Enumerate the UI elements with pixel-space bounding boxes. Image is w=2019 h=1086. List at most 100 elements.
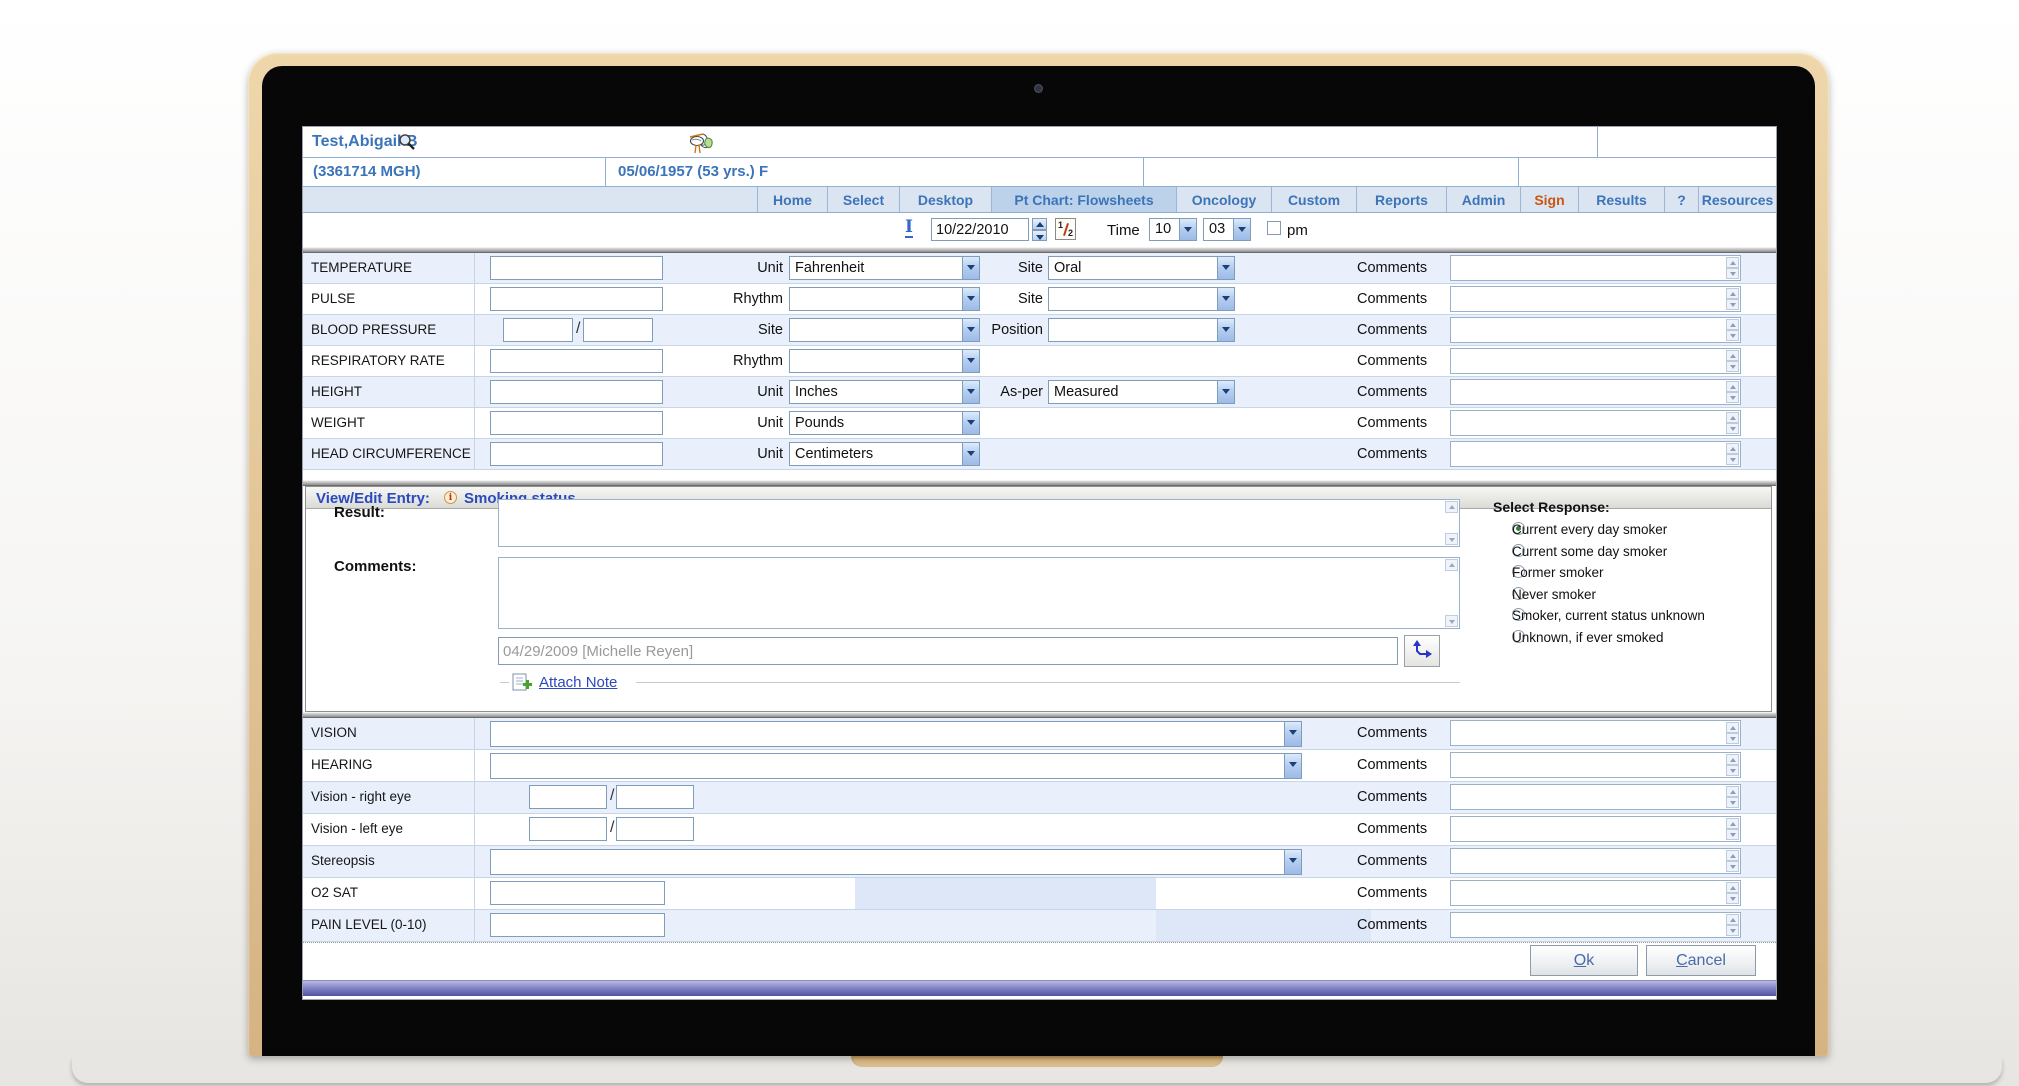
- comments-input[interactable]: [1450, 348, 1741, 374]
- jump-arrow-button[interactable]: [1404, 635, 1440, 667]
- attach-note-link[interactable]: Attach Note: [512, 673, 534, 693]
- comments-input[interactable]: [1450, 286, 1741, 312]
- row-label: HEAD CIRCUMFERENCE: [303, 439, 475, 469]
- info-icon[interactable]: i: [444, 491, 457, 504]
- cancel-button[interactable]: Cancel: [1646, 945, 1756, 976]
- tab-desktop[interactable]: Desktop: [900, 187, 992, 212]
- vision-right-denominator-input[interactable]: [616, 785, 694, 809]
- scroll-up-icon[interactable]: [1445, 501, 1458, 513]
- comments-input[interactable]: [1450, 848, 1741, 874]
- bp-systolic-input[interactable]: [503, 318, 573, 342]
- comment-spinner[interactable]: [1726, 850, 1739, 872]
- tab-oncology[interactable]: Oncology: [1177, 187, 1272, 212]
- comment-spinner[interactable]: [1726, 350, 1739, 372]
- attach-note-icon: [512, 673, 534, 692]
- comments-input[interactable]: [1450, 752, 1741, 778]
- stereopsis-dropdown[interactable]: [490, 849, 1302, 875]
- comment-spinner[interactable]: [1726, 412, 1739, 434]
- vision-left-denominator-input[interactable]: [616, 817, 694, 841]
- comment-spinner[interactable]: [1726, 882, 1739, 904]
- chevron-down-icon: [962, 412, 979, 434]
- tab-sign[interactable]: Sign: [1521, 187, 1579, 212]
- row-label: HEIGHT: [303, 377, 475, 407]
- row-label: Vision - left eye: [303, 814, 475, 845]
- scroll-up-icon[interactable]: [1445, 559, 1458, 571]
- tab-custom[interactable]: Custom: [1272, 187, 1357, 212]
- site-label: Site: [633, 322, 783, 338]
- tab-results[interactable]: Results: [1579, 187, 1665, 212]
- vitals-row-respiratory-rate: RESPIRATORY RATE Rhythm Comments: [303, 346, 1776, 377]
- o2-sat-input[interactable]: [490, 881, 665, 905]
- comment-spinner[interactable]: [1726, 288, 1739, 310]
- comments-label: Comments: [1357, 885, 1427, 901]
- temperature-site-dropdown[interactable]: Oral: [1048, 256, 1235, 280]
- laptop-lid: Test,Abigail B (3361714 MG: [248, 52, 1829, 1056]
- comments-input[interactable]: [1450, 317, 1741, 343]
- vision-right-numerator-input[interactable]: [529, 785, 607, 809]
- tab-admin[interactable]: Admin: [1447, 187, 1521, 212]
- comments-label: Comments: [1357, 446, 1427, 462]
- row-vision-left-eye: Vision - left eye / Comments: [303, 814, 1776, 846]
- bp-position-dropdown[interactable]: [1048, 318, 1235, 342]
- vitals-row-head-circumference: HEAD CIRCUMFERENCE Unit Centimeters Comm…: [303, 439, 1776, 470]
- date-input[interactable]: [931, 218, 1029, 241]
- comments-input[interactable]: [1450, 720, 1741, 746]
- text-cursor-icon[interactable]: I: [905, 219, 913, 238]
- comments-input[interactable]: [1450, 912, 1741, 938]
- unit-label: Unit: [633, 415, 783, 431]
- hearing-dropdown[interactable]: [490, 753, 1302, 779]
- row-label: PAIN LEVEL (0-10): [303, 910, 475, 941]
- site-label: Site: [903, 260, 1043, 276]
- comments-input[interactable]: [1450, 816, 1741, 842]
- date-spinner[interactable]: [1032, 218, 1047, 241]
- comments-label: Comments: [1357, 853, 1427, 869]
- scroll-down-icon[interactable]: [1445, 533, 1458, 545]
- tab-home[interactable]: Home: [758, 187, 828, 212]
- pulse-site-dropdown[interactable]: [1048, 287, 1235, 311]
- pain-level-input[interactable]: [490, 913, 665, 937]
- head-circumference-unit-dropdown[interactable]: Centimeters: [789, 442, 980, 466]
- comment-spinner[interactable]: [1726, 754, 1739, 776]
- comments-textarea[interactable]: [498, 557, 1460, 629]
- comment-spinner[interactable]: [1726, 319, 1739, 341]
- chevron-down-icon: [962, 443, 979, 465]
- chevron-down-icon: [1233, 219, 1250, 240]
- height-asper-dropdown[interactable]: Measured: [1048, 380, 1235, 404]
- tab-resources[interactable]: Resources: [1699, 187, 1776, 212]
- row-label: WEIGHT: [303, 408, 475, 438]
- comment-spinner[interactable]: [1726, 443, 1739, 465]
- comment-spinner[interactable]: [1726, 257, 1739, 279]
- tab-help[interactable]: ?: [1665, 187, 1699, 212]
- comment-spinner[interactable]: [1726, 818, 1739, 840]
- patient-mrn: (3361714 MGH): [313, 163, 421, 180]
- result-textarea[interactable]: [498, 499, 1460, 547]
- scroll-down-icon[interactable]: [1445, 615, 1458, 627]
- respiratory-rhythm-dropdown[interactable]: [789, 349, 980, 373]
- pm-checkbox[interactable]: [1267, 221, 1281, 235]
- comments-input[interactable]: [1450, 379, 1741, 405]
- weight-unit-dropdown[interactable]: Pounds: [789, 411, 980, 435]
- comment-spinner[interactable]: [1726, 786, 1739, 808]
- minute-select[interactable]: 03: [1203, 218, 1251, 241]
- comments-input[interactable]: [1450, 441, 1741, 467]
- laptop-bezel: Test,Abigail B (3361714 MG: [262, 66, 1815, 1056]
- comment-spinner[interactable]: [1726, 381, 1739, 403]
- comments-input[interactable]: [1450, 255, 1741, 281]
- row-label: Stereopsis: [303, 846, 475, 877]
- comment-spinner[interactable]: [1726, 914, 1739, 936]
- tab-select[interactable]: Select: [828, 187, 900, 212]
- hour-select[interactable]: 10: [1149, 218, 1197, 241]
- search-icon[interactable]: [398, 133, 416, 151]
- comment-spinner[interactable]: [1726, 722, 1739, 744]
- tab-reports[interactable]: Reports: [1357, 187, 1447, 212]
- vision-left-numerator-input[interactable]: [529, 817, 607, 841]
- entry-date-input[interactable]: [498, 637, 1398, 665]
- tab-pt-chart-flowsheets[interactable]: Pt Chart: Flowsheets: [992, 187, 1177, 212]
- comments-input[interactable]: [1450, 784, 1741, 810]
- comments-input[interactable]: [1450, 880, 1741, 906]
- vision-dropdown[interactable]: [490, 721, 1302, 747]
- chevron-down-icon: [1217, 381, 1234, 403]
- ok-button[interactable]: Ok: [1530, 945, 1638, 976]
- date-stamp-icon[interactable]: 12: [1055, 218, 1076, 240]
- comments-input[interactable]: [1450, 410, 1741, 436]
